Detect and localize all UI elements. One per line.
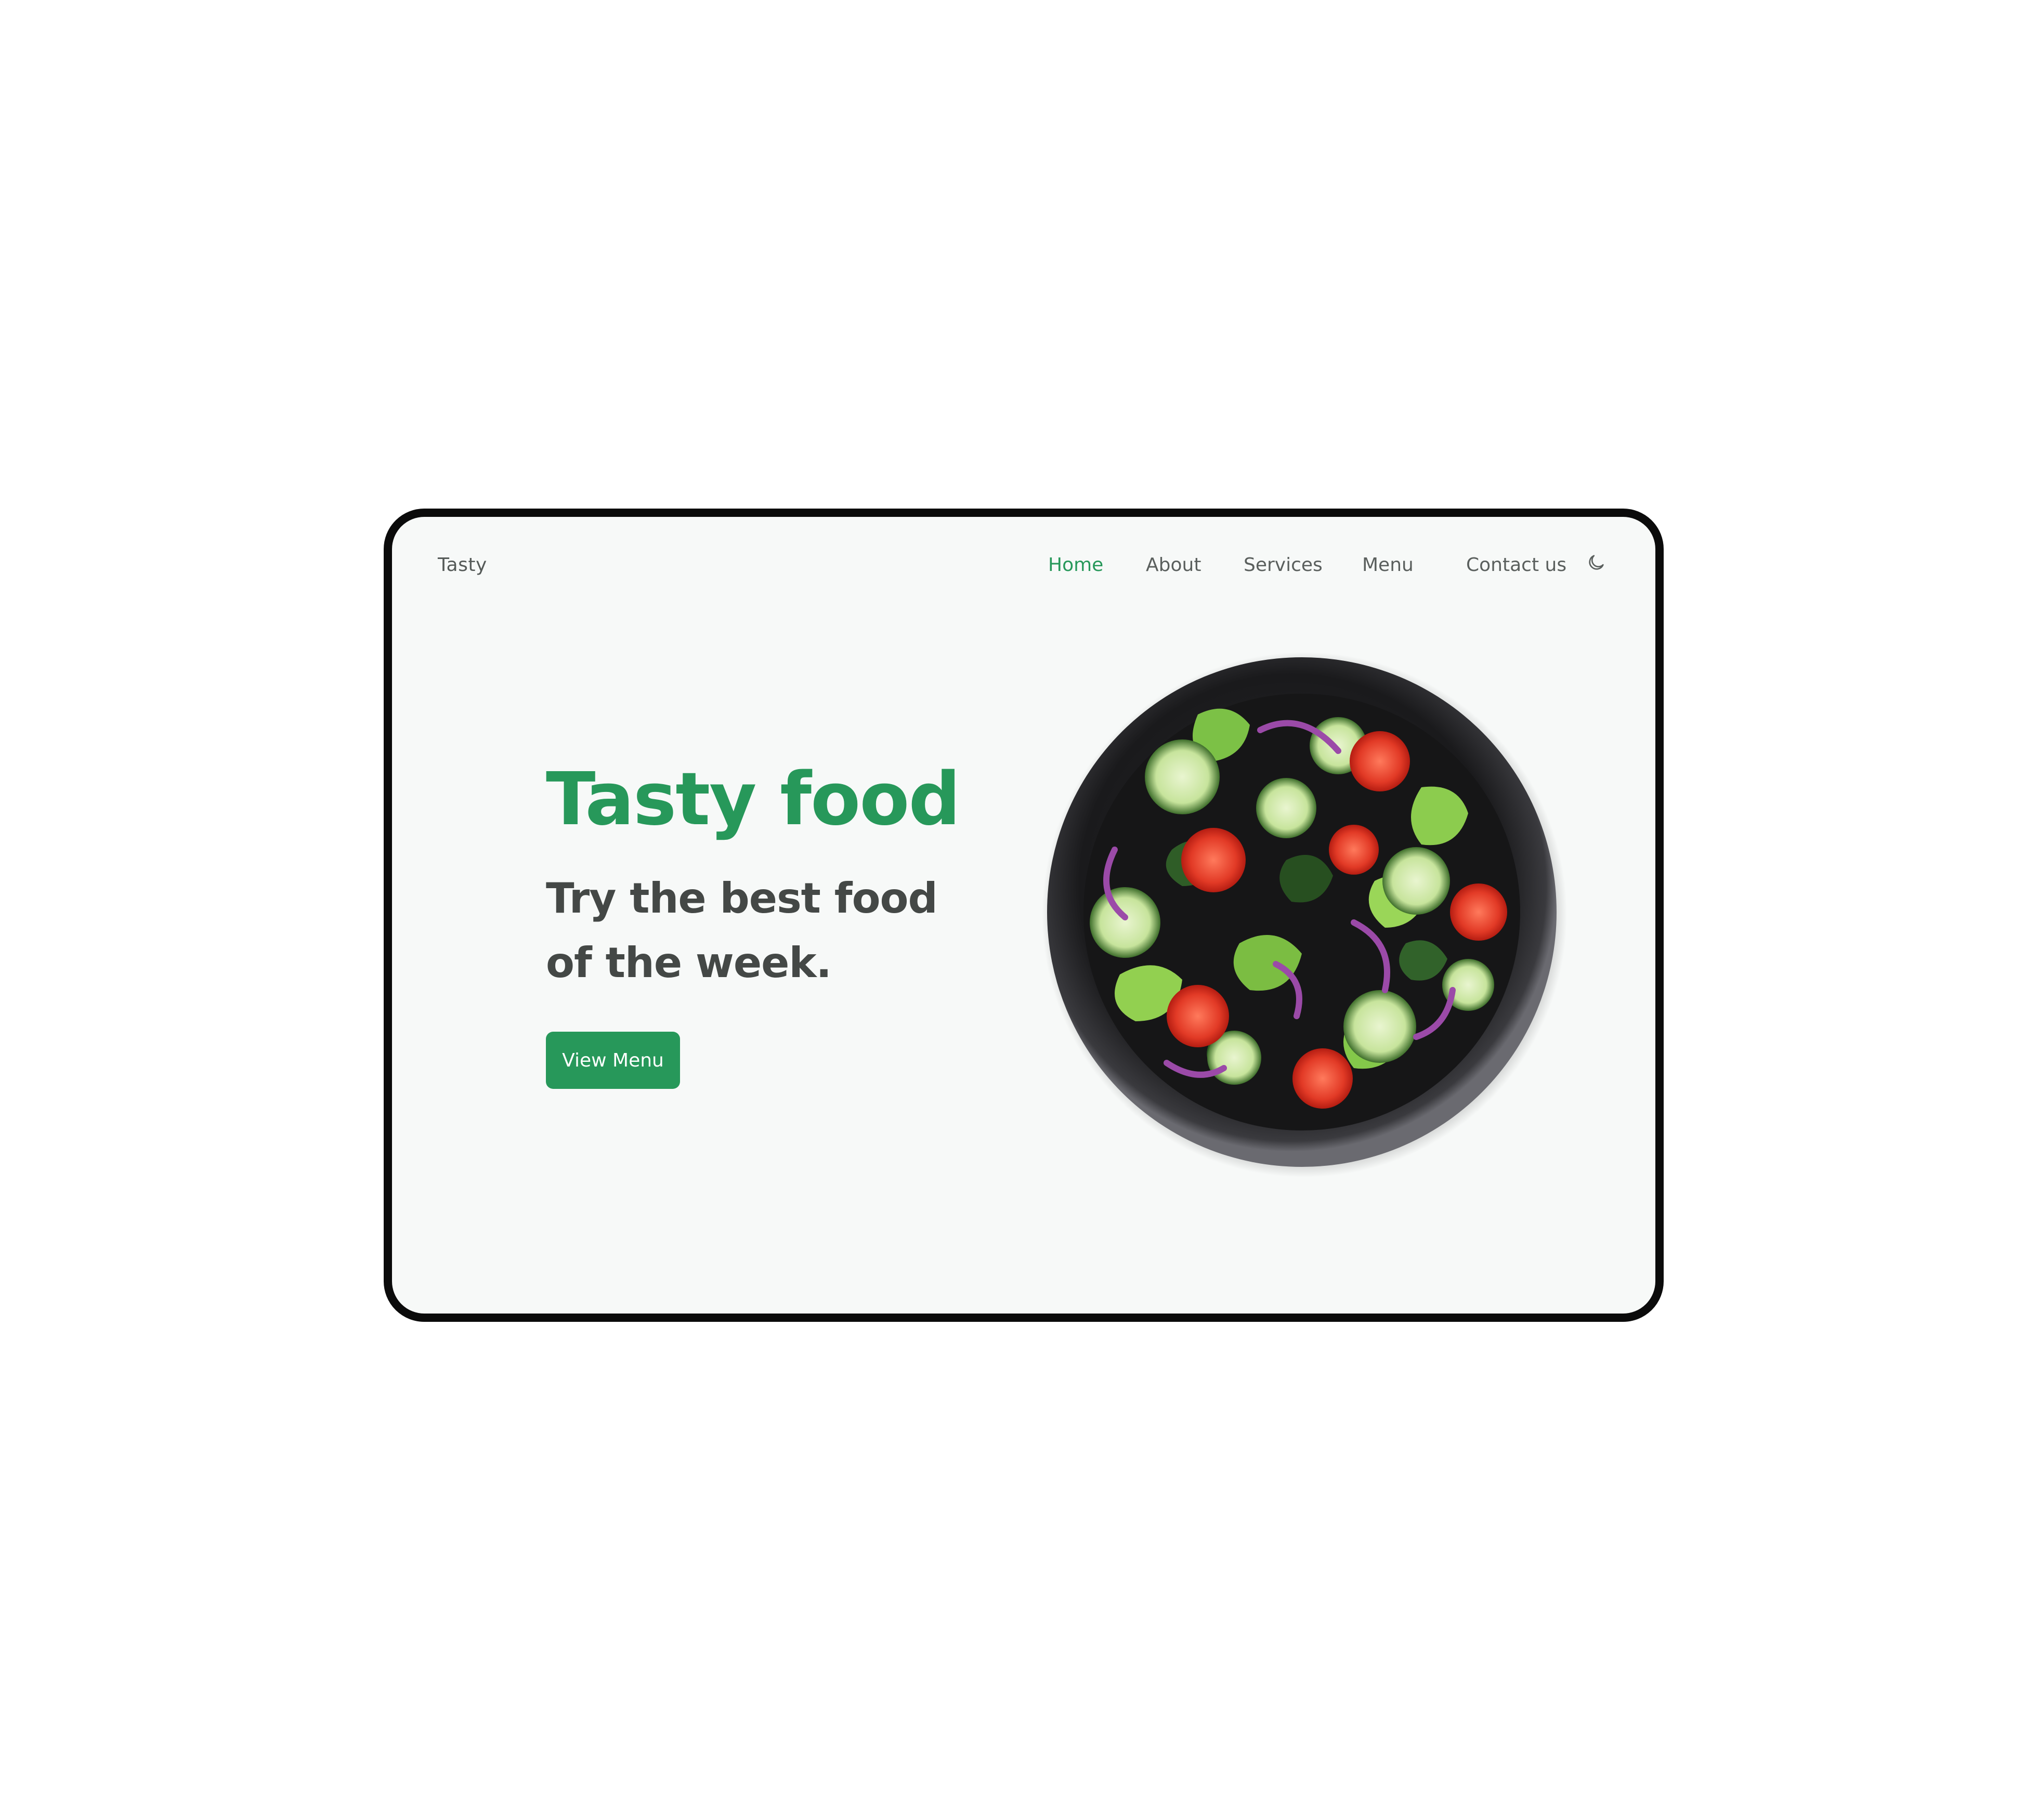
top-navigation: Tasty Home About Services Menu Contact u… — [392, 517, 1655, 595]
nav-item-menu[interactable]: Menu — [1362, 554, 1414, 576]
moon-icon[interactable] — [1586, 552, 1606, 573]
nav-item-home[interactable]: Home — [1048, 554, 1103, 576]
view-menu-button[interactable]: View Menu — [546, 1032, 680, 1089]
nav-item-contact-us[interactable]: Contact us — [1466, 554, 1566, 576]
hero-subtitle: Try the best food of the week. — [546, 874, 938, 987]
logo[interactable]: Tasty — [438, 554, 487, 576]
app-window: Tasty Home About Services Menu Contact u… — [384, 509, 1664, 1322]
nav-item-services[interactable]: Services — [1244, 554, 1323, 576]
nav-item-about[interactable]: About — [1146, 554, 1201, 576]
hero-title: Tasty food — [546, 757, 961, 842]
salad-bowl-image — [1042, 652, 1567, 1177]
